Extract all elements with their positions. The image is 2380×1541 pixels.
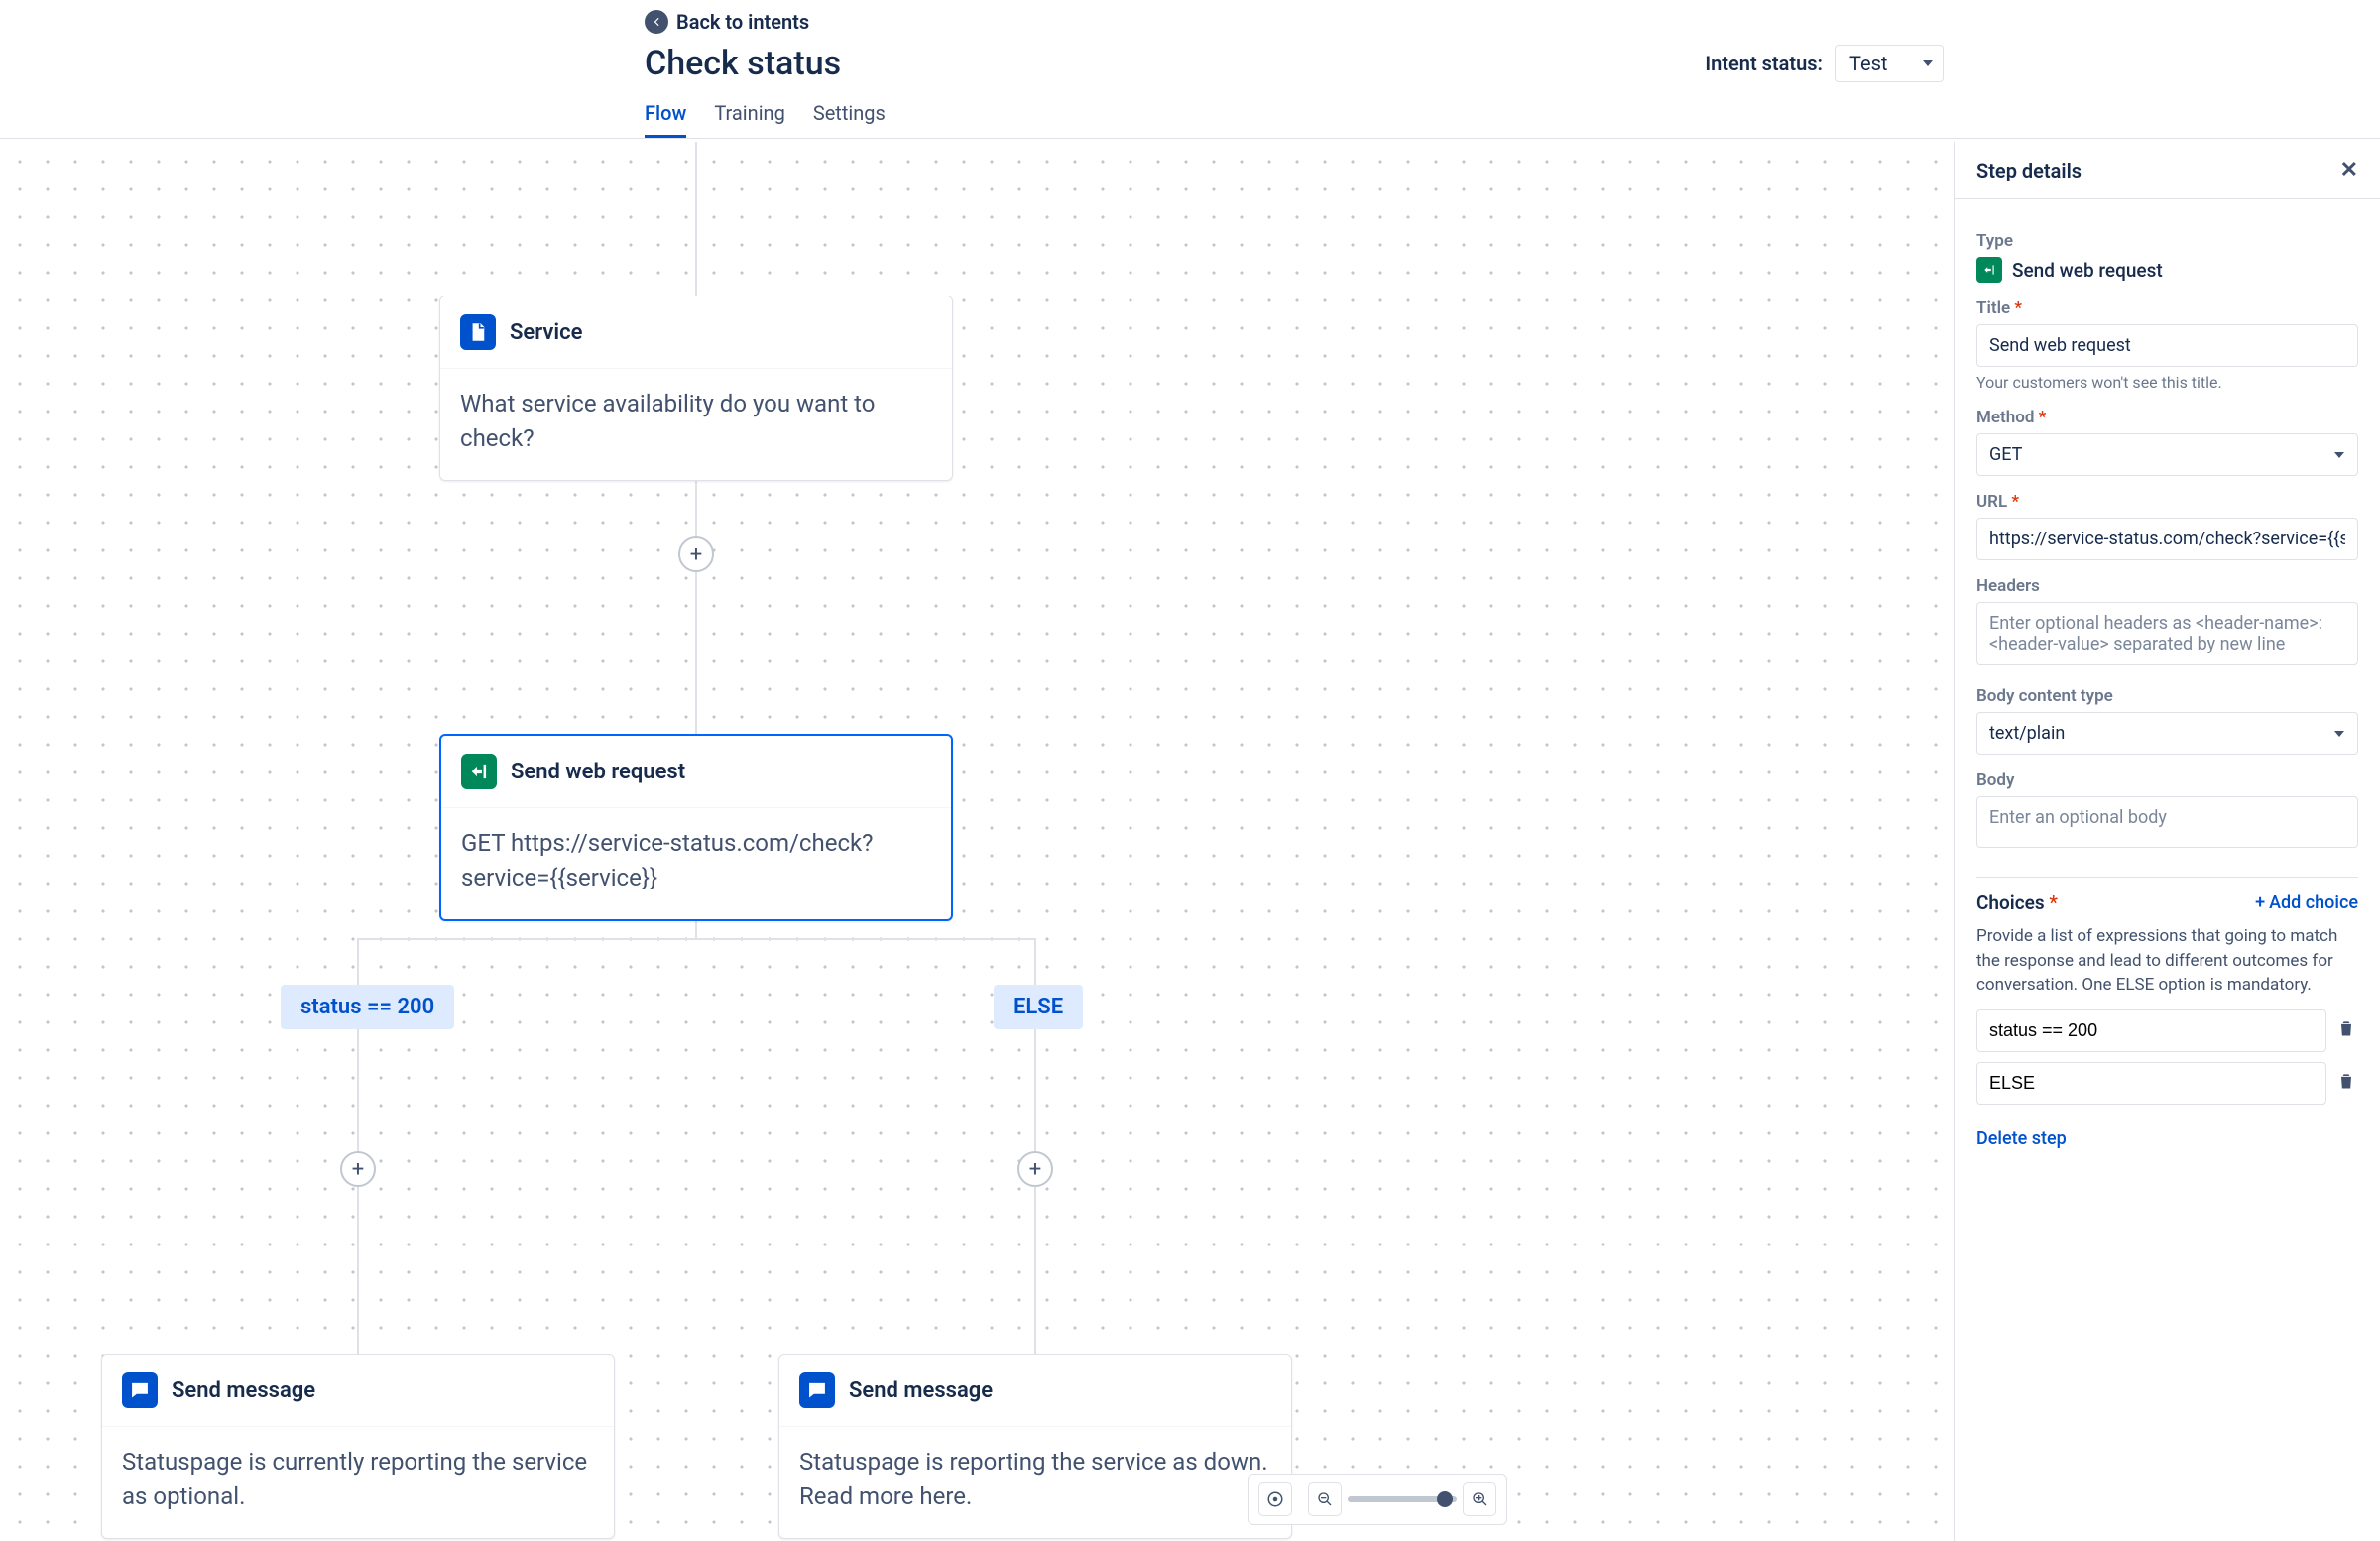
branch-label-status-200[interactable]: status == 200 bbox=[281, 985, 454, 1029]
panel-title: Step details bbox=[1976, 159, 2082, 182]
node-title: Send message bbox=[849, 1378, 993, 1403]
zoom-in-button[interactable] bbox=[1463, 1482, 1496, 1516]
tab-training[interactable]: Training bbox=[714, 101, 785, 138]
center-view-button[interactable] bbox=[1258, 1482, 1292, 1516]
tab-flow[interactable]: Flow bbox=[645, 101, 686, 138]
add-step-button[interactable]: + bbox=[1017, 1151, 1053, 1187]
close-icon[interactable]: ✕ bbox=[2340, 158, 2358, 182]
connector bbox=[357, 938, 1035, 940]
choices-description: Provide a list of expressions that going… bbox=[1976, 924, 2358, 998]
delete-step-link[interactable]: Delete step bbox=[1976, 1128, 2067, 1149]
message-icon bbox=[799, 1372, 835, 1408]
web-request-icon bbox=[1976, 257, 2002, 283]
bodytype-select[interactable] bbox=[1976, 712, 2358, 755]
connector bbox=[695, 142, 697, 296]
choice-input[interactable] bbox=[1976, 1062, 2326, 1105]
connector bbox=[695, 458, 697, 734]
zoom-controls bbox=[1248, 1474, 1507, 1525]
zoom-out-button[interactable] bbox=[1308, 1482, 1342, 1516]
node-title: Send web request bbox=[511, 760, 685, 784]
tabs: Flow Training Settings bbox=[645, 101, 1944, 138]
body-input[interactable] bbox=[1976, 796, 2358, 848]
back-link-label: Back to intents bbox=[676, 10, 809, 34]
choice-input[interactable] bbox=[1976, 1009, 2326, 1052]
intent-status-label: Intent status: bbox=[1705, 52, 1823, 75]
add-choice-label: Add choice bbox=[2269, 892, 2358, 913]
node-send-message-down[interactable]: Send message Statuspage is reporting the… bbox=[778, 1354, 1292, 1539]
message-icon bbox=[122, 1372, 158, 1408]
zoom-slider[interactable] bbox=[1348, 1496, 1457, 1502]
tab-settings[interactable]: Settings bbox=[813, 101, 886, 138]
flow-canvas[interactable]: Service What service availability do you… bbox=[0, 142, 1954, 1541]
node-service[interactable]: Service What service availability do you… bbox=[439, 296, 953, 481]
intent-status-select[interactable]: Test bbox=[1835, 45, 1944, 82]
trash-icon[interactable] bbox=[2336, 1018, 2358, 1043]
node-body: GET https://service-status.com/check?ser… bbox=[441, 808, 951, 919]
node-title: Service bbox=[510, 320, 582, 345]
branch-label-else[interactable]: ELSE bbox=[994, 985, 1083, 1029]
add-step-button[interactable]: + bbox=[678, 536, 714, 572]
node-body: Statuspage is reporting the service as d… bbox=[779, 1427, 1291, 1538]
title-label: Title bbox=[1976, 298, 2358, 318]
node-send-web-request[interactable]: Send web request GET https://service-sta… bbox=[439, 734, 953, 921]
back-to-intents-link[interactable]: Back to intents bbox=[645, 10, 809, 34]
add-choice-button[interactable]: + Add choice bbox=[2255, 892, 2358, 913]
step-details-panel: Step details ✕ Type Send web request Tit… bbox=[1954, 142, 2380, 1541]
type-value: Send web request bbox=[2012, 259, 2163, 282]
choices-label: Choices bbox=[1976, 891, 2058, 914]
page-header: Back to intents Check status Intent stat… bbox=[0, 0, 2380, 139]
web-request-icon bbox=[461, 754, 497, 789]
node-body: Statuspage is currently reporting the se… bbox=[102, 1427, 614, 1538]
headers-input[interactable] bbox=[1976, 602, 2358, 665]
body-label: Body bbox=[1976, 770, 2358, 790]
title-help: Your customers won't see this title. bbox=[1976, 373, 2358, 392]
bodytype-label: Body content type bbox=[1976, 686, 2358, 706]
url-input[interactable] bbox=[1976, 518, 2358, 560]
node-body: What service availability do you want to… bbox=[440, 369, 952, 480]
choice-row bbox=[1976, 1062, 2358, 1105]
arrow-left-icon bbox=[645, 10, 668, 34]
method-select[interactable] bbox=[1976, 433, 2358, 476]
headers-label: Headers bbox=[1976, 576, 2358, 596]
type-label: Type bbox=[1976, 231, 2358, 251]
trash-icon[interactable] bbox=[2336, 1071, 2358, 1096]
add-step-button[interactable]: + bbox=[340, 1151, 376, 1187]
page-title: Check status bbox=[645, 44, 841, 83]
node-send-message-up[interactable]: Send message Statuspage is currently rep… bbox=[101, 1354, 615, 1539]
intent-status-value: Test bbox=[1849, 52, 1887, 75]
method-label: Method bbox=[1976, 408, 2358, 427]
document-icon bbox=[460, 314, 496, 350]
title-input[interactable] bbox=[1976, 324, 2358, 367]
node-title: Send message bbox=[172, 1378, 315, 1403]
plus-icon: + bbox=[2255, 892, 2265, 913]
choice-row bbox=[1976, 1009, 2358, 1052]
url-label: URL bbox=[1976, 492, 2358, 512]
